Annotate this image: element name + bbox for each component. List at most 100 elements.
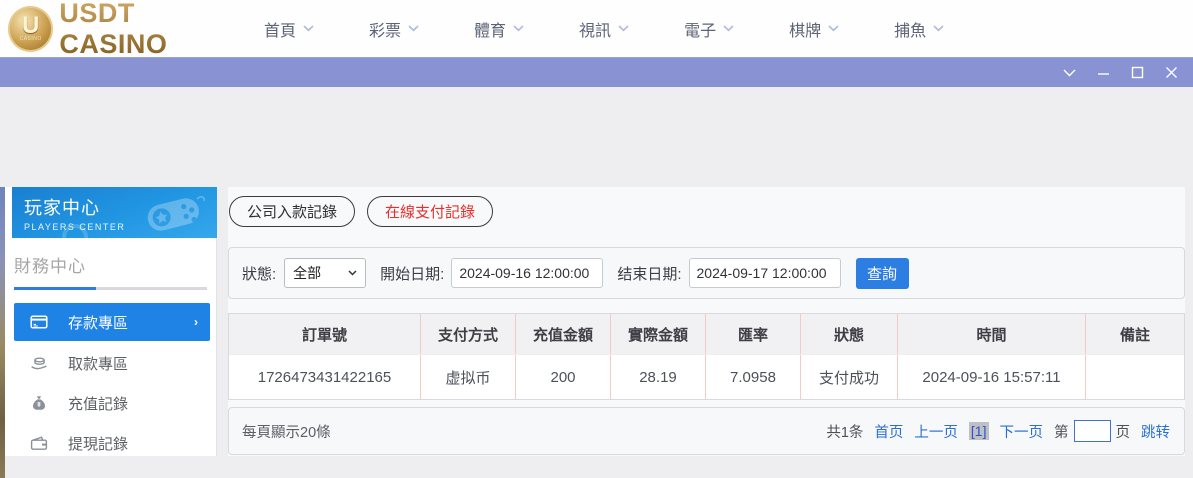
logo[interactable]: U CASINO USDT CASINO bbox=[0, 0, 248, 60]
main-panel: 公司入款記錄 在線支付記錄 狀態: 全部 開始日期: 结束日期: 查詢 訂單號 … bbox=[228, 187, 1185, 456]
chevron-down-icon bbox=[348, 270, 357, 276]
cell-actual-amount: 28.19 bbox=[610, 355, 705, 399]
logo-text: USDT CASINO bbox=[59, 0, 248, 60]
withdraw-hand-icon bbox=[30, 354, 48, 372]
finance-section-label: 財務中心 bbox=[14, 252, 216, 277]
chevron-right-icon: › bbox=[194, 315, 210, 329]
nav-item-live[interactable]: 視訊 bbox=[579, 17, 629, 41]
sidebar-item-deposit-records[interactable]: 充值記錄 bbox=[5, 383, 216, 423]
status-label: 狀態: bbox=[242, 263, 276, 284]
nav-item-home[interactable]: 首頁 bbox=[264, 17, 314, 41]
window-dropdown-button[interactable] bbox=[1056, 61, 1083, 85]
table-row: 1726473431422165 虚拟币 200 28.19 7.0958 支付… bbox=[229, 354, 1184, 399]
filter-bar: 狀態: 全部 開始日期: 结束日期: 查詢 bbox=[228, 247, 1185, 299]
start-date-label: 開始日期: bbox=[380, 263, 444, 284]
minimize-icon bbox=[1097, 66, 1110, 79]
col-payment-method: 支付方式 bbox=[420, 314, 515, 354]
end-date-input[interactable] bbox=[689, 258, 841, 288]
status-select[interactable]: 全部 bbox=[284, 258, 366, 288]
start-date-input[interactable] bbox=[451, 258, 603, 288]
nav-label: 首頁 bbox=[264, 17, 296, 41]
sidebar-item-label: 存款專區 bbox=[68, 312, 128, 333]
cell-order-number: 1726473431422165 bbox=[229, 355, 420, 399]
col-time: 時間 bbox=[897, 314, 1085, 354]
maximize-icon bbox=[1131, 66, 1144, 79]
jump-button[interactable]: 跳转 bbox=[1141, 421, 1170, 442]
status-select-value: 全部 bbox=[293, 263, 321, 283]
col-deposit-amount: 充值金額 bbox=[515, 314, 610, 354]
window-close-button[interactable] bbox=[1158, 61, 1185, 85]
chevron-down-icon bbox=[828, 25, 839, 32]
nav-item-slots[interactable]: 電子 bbox=[684, 17, 734, 41]
col-exchange-rate: 匯率 bbox=[705, 314, 800, 354]
cell-deposit-amount: 200 bbox=[515, 355, 610, 399]
prev-page-link[interactable]: 上一页 bbox=[914, 421, 958, 442]
gamepad-icon bbox=[139, 191, 211, 235]
sidebar-item-label: 提現記錄 bbox=[68, 433, 128, 454]
cell-time: 2024-09-16 15:57:11 bbox=[897, 355, 1085, 399]
main-nav: 首頁 彩票 體育 視訊 電子 棋牌 捕魚 bbox=[264, 17, 944, 41]
close-icon bbox=[1165, 66, 1178, 79]
cell-exchange-rate: 7.0958 bbox=[705, 355, 800, 399]
app-header: U CASINO USDT CASINO 首頁 彩票 體育 視訊 電子 棋牌 bbox=[0, 0, 1193, 57]
usdt-coin-logo-icon: U CASINO bbox=[8, 6, 53, 52]
nav-label: 體育 bbox=[474, 17, 506, 41]
finance-section: 財務中心 bbox=[14, 252, 216, 290]
records-table: 訂單號 支付方式 充值金額 實際金額 匯率 狀態 時間 備註 172647343… bbox=[228, 313, 1185, 400]
record-tabs: 公司入款記錄 在線支付記錄 bbox=[228, 187, 1185, 227]
current-page-badge: [1] bbox=[969, 422, 989, 440]
tab-online-payment-records[interactable]: 在線支付記錄 bbox=[367, 196, 493, 227]
search-button[interactable]: 查詢 bbox=[856, 258, 909, 289]
sidebar-item-withdraw-records[interactable]: 提現記錄 bbox=[5, 423, 216, 463]
sidebar-menu: 存款專區 › 取款專區 充值記錄 提現記錄 bbox=[5, 303, 216, 463]
cell-status: 支付成功 bbox=[800, 355, 897, 399]
end-date-label: 结束日期: bbox=[617, 263, 681, 284]
tab-company-deposit-records[interactable]: 公司入款記錄 bbox=[229, 196, 355, 227]
chevron-down-icon bbox=[1063, 69, 1076, 77]
window-titlebar bbox=[0, 57, 1193, 87]
sidebar-item-deposit[interactable]: 存款專區 › bbox=[14, 303, 210, 341]
nav-item-sports[interactable]: 體育 bbox=[474, 17, 524, 41]
cell-remark bbox=[1085, 355, 1184, 399]
chevron-down-icon bbox=[513, 25, 524, 32]
chevron-down-icon bbox=[933, 25, 944, 32]
col-status: 狀態 bbox=[800, 314, 897, 354]
nav-item-fishing[interactable]: 捕魚 bbox=[894, 17, 944, 41]
window-maximize-button[interactable] bbox=[1124, 61, 1151, 85]
table-header-row: 訂單號 支付方式 充值金額 實際金額 匯率 狀態 時間 備註 bbox=[229, 314, 1184, 354]
nav-label: 彩票 bbox=[369, 17, 401, 41]
nav-item-cards[interactable]: 棋牌 bbox=[789, 17, 839, 41]
page-jump-input[interactable] bbox=[1074, 420, 1111, 442]
coin-letter: U bbox=[22, 15, 39, 37]
tab-label: 公司入款記錄 bbox=[247, 201, 337, 222]
chevron-down-icon bbox=[303, 25, 314, 32]
nav-item-lottery[interactable]: 彩票 bbox=[369, 17, 419, 41]
next-page-link[interactable]: 下一页 bbox=[1000, 421, 1044, 442]
pagination-bar: 每頁顯示20條 共1条 首页 上一页 [1] 下一页 第 页 跳转 bbox=[228, 407, 1185, 455]
players-center-header: 玩家中心 PLAYERS CENTER bbox=[12, 187, 217, 238]
bank-card-icon bbox=[30, 313, 48, 331]
chevron-down-icon bbox=[618, 25, 629, 32]
sidebar-item-label: 取款專區 bbox=[68, 353, 128, 374]
sidebar-item-withdraw[interactable]: 取款專區 bbox=[5, 343, 216, 383]
coin-sub-text: CASINO bbox=[20, 37, 42, 42]
nav-label: 電子 bbox=[684, 17, 716, 41]
window-minimize-button[interactable] bbox=[1090, 61, 1117, 85]
col-actual-amount: 實際金額 bbox=[610, 314, 705, 354]
page-size-text: 每頁顯示20條 bbox=[242, 421, 331, 442]
finance-divider bbox=[14, 287, 207, 290]
wallet-icon bbox=[30, 434, 48, 452]
col-remark: 備註 bbox=[1085, 314, 1184, 354]
jump-label-post: 页 bbox=[1116, 421, 1131, 442]
chevron-down-icon bbox=[408, 25, 419, 32]
nav-label: 視訊 bbox=[579, 17, 611, 41]
first-page-link[interactable]: 首页 bbox=[874, 421, 903, 442]
tab-label: 在線支付記錄 bbox=[385, 201, 475, 222]
cell-payment-method: 虚拟币 bbox=[420, 355, 515, 399]
chevron-down-icon bbox=[723, 25, 734, 32]
jump-label-pre: 第 bbox=[1054, 421, 1069, 442]
nav-label: 捕魚 bbox=[894, 17, 926, 41]
col-order-number: 訂單號 bbox=[229, 314, 420, 354]
sidebar: 玩家中心 PLAYERS CENTER 財務中心 存款專區 › bbox=[5, 187, 217, 456]
sidebar-item-label: 充值記錄 bbox=[68, 393, 128, 414]
